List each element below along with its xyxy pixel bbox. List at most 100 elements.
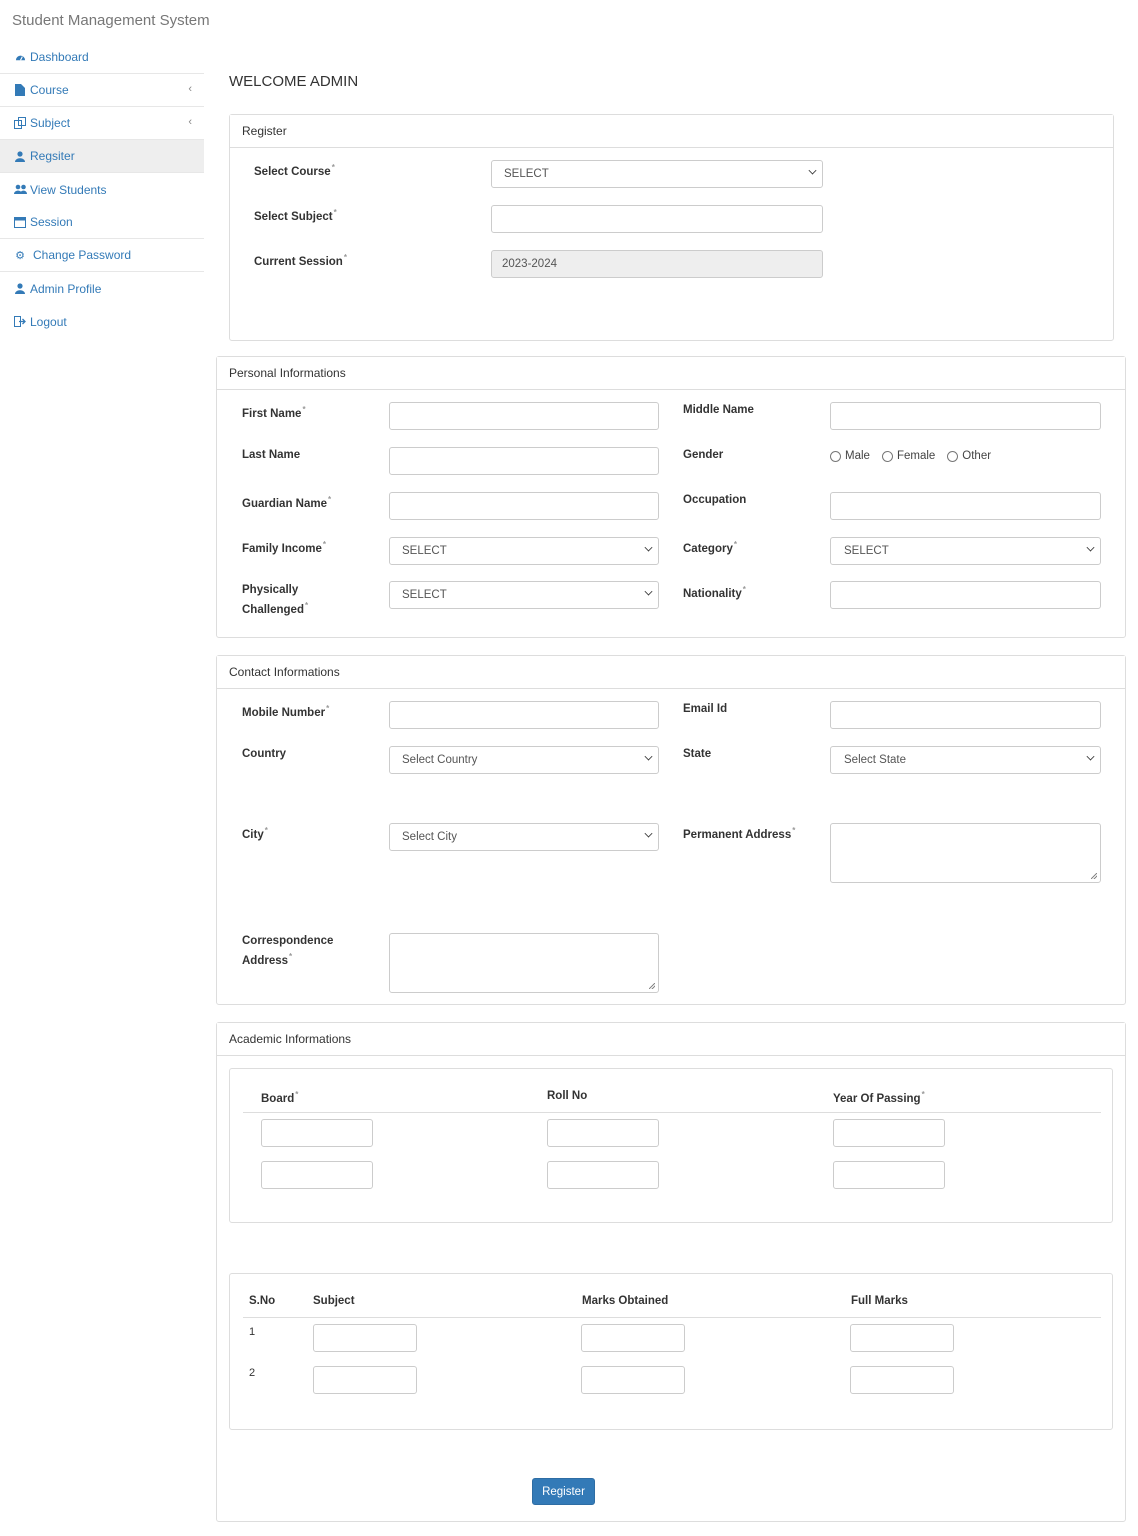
chevron-down-icon [644, 752, 653, 761]
user-icon [13, 283, 27, 294]
subject-input[interactable] [491, 205, 823, 233]
physically-challenged-label: Physically Challenged* [242, 584, 309, 616]
sidebar-item-session[interactable]: Session [0, 206, 204, 239]
chevron-down-icon [1086, 752, 1095, 761]
permanent-address-textarea[interactable] [830, 823, 1101, 883]
sidebar-item-label: Change Password [33, 248, 132, 262]
roll-no-input[interactable] [547, 1119, 659, 1147]
board-input[interactable] [261, 1161, 373, 1189]
logout-icon [13, 316, 27, 327]
sidebar-item-logout[interactable]: Logout [0, 305, 204, 338]
table-divider [243, 1112, 1101, 1113]
course-select[interactable]: SELECT [491, 160, 823, 188]
city-label: City* [242, 826, 268, 841]
sidebar-item-label: Session [30, 215, 73, 229]
marks-obtained-input[interactable] [581, 1324, 685, 1352]
subject-input[interactable] [313, 1366, 417, 1394]
resize-grip-icon[interactable] [1091, 873, 1097, 879]
row-number: 1 [249, 1326, 256, 1338]
page-title: WELCOME ADMIN [229, 73, 359, 90]
subject-label: Select Subject* [254, 208, 337, 223]
correspondence-address-textarea[interactable] [389, 933, 659, 993]
board-input[interactable] [261, 1119, 373, 1147]
calendar-icon [13, 216, 27, 228]
resize-grip-icon[interactable] [649, 983, 655, 989]
chevron-down-icon [644, 829, 653, 838]
user-icon [13, 150, 27, 162]
sidebar-item-label: Course [30, 83, 69, 97]
course-label: Select Course* [254, 163, 335, 178]
sno-header: S.No [249, 1295, 276, 1307]
chevron-down-icon [1086, 543, 1095, 552]
middle-name-input[interactable] [830, 402, 1101, 430]
sidebar-item-admin-profile[interactable]: Admin Profile [0, 272, 204, 305]
state-select[interactable]: Select State [830, 746, 1101, 774]
sidebar-item-register[interactable]: Regsiter [0, 140, 204, 173]
guardian-name-label: Guardian Name* [242, 495, 332, 510]
country-select[interactable]: Select Country [389, 746, 659, 774]
marks-obtained-input[interactable] [581, 1366, 685, 1394]
occupation-label: Occupation [683, 494, 747, 506]
chevron-left-icon: ‹ [188, 83, 192, 95]
gender-male-radio[interactable]: Male [830, 450, 870, 462]
chevron-down-icon [808, 166, 817, 175]
permanent-address-label: Permanent Address* [683, 826, 796, 841]
year-of-passing-input[interactable] [833, 1161, 945, 1189]
sidebar-item-label: Subject [30, 116, 71, 130]
table-divider [243, 1317, 1101, 1318]
mobile-input[interactable] [389, 701, 659, 729]
sidebar-item-dashboard[interactable]: Dashboard [0, 41, 204, 74]
correspondence-address-label: Correspondence Address* [242, 935, 334, 967]
users-icon [13, 184, 27, 195]
sidebar-item-course[interactable]: Course ‹ [0, 74, 204, 107]
panel-heading: Personal Informations [217, 357, 1125, 390]
sidebar-item-label: Logout [30, 314, 67, 329]
panel-heading: Academic Informations [217, 1023, 1125, 1056]
gear-icon: ⚙ [15, 249, 25, 262]
full-marks-input[interactable] [850, 1366, 954, 1394]
year-of-passing-input[interactable] [833, 1119, 945, 1147]
last-name-label: Last Name [242, 449, 301, 461]
full-marks-header: Full Marks [851, 1295, 908, 1307]
chevron-left-icon: ‹ [188, 116, 192, 128]
family-income-label: Family Income* [242, 540, 327, 555]
city-select[interactable]: Select City [389, 823, 659, 851]
state-label: State [683, 748, 712, 760]
roll-no-input[interactable] [547, 1161, 659, 1189]
last-name-input[interactable] [389, 447, 659, 475]
gender-female-radio[interactable]: Female [881, 450, 935, 462]
gender-label: Gender [683, 449, 724, 461]
email-label: Email Id [683, 703, 728, 715]
gender-radio-group: Male Female Other [830, 450, 997, 462]
sidebar-item-subject[interactable]: Subject ‹ [0, 107, 204, 140]
row-number: 2 [249, 1367, 256, 1379]
board-header: Board* [261, 1090, 299, 1105]
nationality-input[interactable] [830, 581, 1101, 609]
first-name-label: First Name* [242, 405, 306, 420]
family-income-select[interactable]: SELECT [389, 537, 659, 565]
file-icon [13, 84, 27, 96]
occupation-input[interactable] [830, 492, 1101, 520]
country-label: Country [242, 748, 287, 760]
subject-input[interactable] [313, 1324, 417, 1352]
first-name-input[interactable] [389, 402, 659, 430]
physically-challenged-select[interactable]: SELECT [389, 581, 659, 609]
dashboard-icon [13, 52, 27, 63]
chevron-down-icon [644, 543, 653, 552]
email-input[interactable] [830, 701, 1101, 729]
subject-header: Subject [313, 1295, 355, 1307]
sidebar-item-label: Admin Profile [30, 281, 102, 296]
gender-other-radio[interactable]: Other [947, 450, 991, 462]
guardian-name-input[interactable] [389, 492, 659, 520]
category-select[interactable]: SELECT [830, 537, 1101, 565]
sidebar-item-change-password[interactable]: ⚙ Change Password [0, 239, 204, 272]
sidebar-nav: Dashboard Course ‹ Subject ‹ Regsiter Vi… [0, 41, 204, 338]
register-submit-button[interactable]: Register [532, 1478, 595, 1505]
sidebar-item-view-students[interactable]: View Students [0, 173, 204, 206]
year-of-passing-header: Year Of Passing* [833, 1090, 925, 1105]
mobile-label: Mobile Number* [242, 704, 330, 719]
panel-heading: Contact Informations [217, 656, 1125, 689]
full-marks-input[interactable] [850, 1324, 954, 1352]
category-label: Category* [683, 540, 737, 555]
app-title: Student Management System [12, 12, 210, 29]
